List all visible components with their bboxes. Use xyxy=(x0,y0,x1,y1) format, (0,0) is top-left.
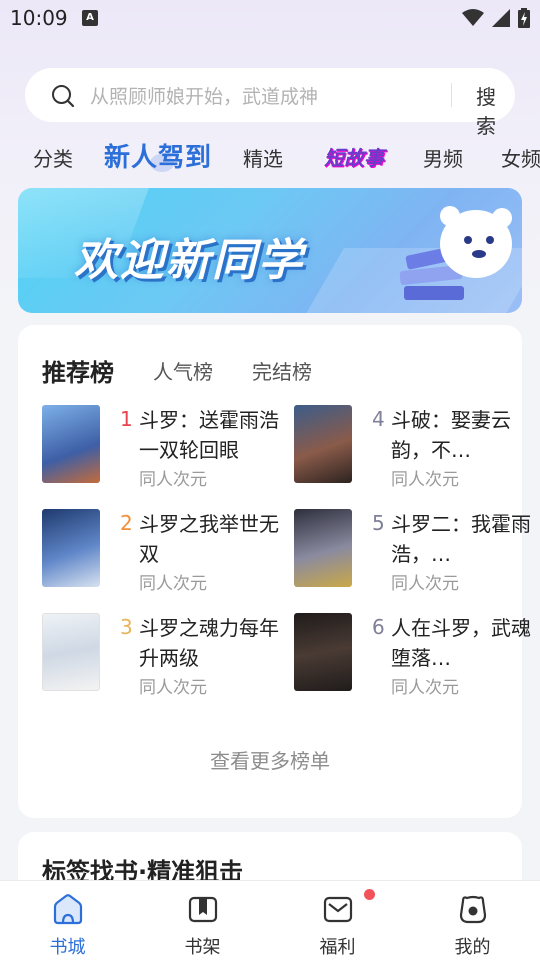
book-cover xyxy=(42,509,100,587)
book-cover xyxy=(294,509,352,587)
profile-icon xyxy=(459,895,487,924)
nav-label: 书架 xyxy=(184,937,221,958)
nav-bookshelf[interactable]: 书架 xyxy=(135,881,270,960)
rank-number: 5 xyxy=(372,511,385,535)
notification-a-icon: A xyxy=(82,10,98,26)
book-genre: 同人次元 xyxy=(139,678,207,698)
category-tabs: 分类 新人驾到 精选 短故事 男频 女频 xyxy=(0,134,540,178)
rank-number: 4 xyxy=(372,407,385,431)
book-cover xyxy=(294,613,352,691)
nav-rewards[interactable]: 福利 xyxy=(270,881,405,960)
book-genre: 同人次元 xyxy=(391,470,459,490)
search-bar[interactable]: 从照顾师娘开始，武道成神 搜索 xyxy=(25,68,515,138)
tab-popular-ranking[interactable]: 人气榜 xyxy=(153,356,213,385)
tab-male[interactable]: 男频 xyxy=(423,143,463,172)
nav-label: 福利 xyxy=(319,937,356,958)
search-icon xyxy=(52,85,75,108)
search-divider xyxy=(451,83,452,107)
nav-profile[interactable]: 我的 xyxy=(405,881,540,960)
book-title: 斗罗之魂力每年升两级 xyxy=(139,616,279,670)
notification-dot xyxy=(364,889,375,900)
book-genre: 同人次元 xyxy=(391,678,459,698)
rank-number: 3 xyxy=(120,615,133,639)
welcome-banner[interactable]: 欢迎新同学 xyxy=(18,188,522,313)
nav-label: 我的 xyxy=(454,937,491,958)
ranking-item[interactable]: 6 人在斗罗，武魂堕落… 同人次元 xyxy=(294,613,531,698)
status-bar: 10:09 A xyxy=(0,0,540,36)
ranking-item[interactable]: 5 斗罗二：我霍雨浩，… 同人次元 xyxy=(294,509,531,594)
nav-bookstore[interactable]: 书城 xyxy=(0,881,135,960)
book-genre: 同人次元 xyxy=(139,574,207,594)
view-more-rankings-link[interactable]: 查看更多榜单 xyxy=(18,745,522,774)
book-title: 斗破：娶妻云韵，不… xyxy=(391,408,511,462)
rank-number: 2 xyxy=(120,511,133,535)
book-genre: 同人次元 xyxy=(139,470,207,490)
tab-category[interactable]: 分类 xyxy=(33,143,73,172)
book-title: 斗罗二：我霍雨浩，… xyxy=(391,512,531,566)
search-placeholder[interactable]: 从照顾师娘开始，武道成神 xyxy=(90,82,318,109)
book-cover xyxy=(42,405,100,483)
ranking-item[interactable]: 4 斗破：娶妻云韵，不… 同人次元 xyxy=(294,405,524,490)
status-time: 10:09 xyxy=(10,6,68,30)
ranking-card: 推荐榜 人气榜 完结榜 1 斗罗：送霍雨浩一双轮回眼 同人次元 2 斗罗之我举世… xyxy=(18,325,531,818)
tab-completed-ranking[interactable]: 完结榜 xyxy=(252,356,312,385)
book-title: 斗罗之我举世无双 xyxy=(139,512,279,566)
bookshelf-icon xyxy=(188,896,218,923)
envelope-icon xyxy=(323,896,353,923)
ranking-title: 推荐榜 xyxy=(42,359,114,387)
rank-number: 6 xyxy=(372,615,385,639)
rank-number: 1 xyxy=(120,407,133,431)
tab-short-story[interactable]: 短故事 xyxy=(324,142,384,171)
bottom-navigation: 书城 书架 福利 我的 xyxy=(0,880,540,960)
tab-female[interactable]: 女频 xyxy=(501,143,540,172)
wifi-icon xyxy=(462,9,484,26)
ranking-item[interactable]: 2 斗罗之我举世无双 同人次元 xyxy=(42,509,279,594)
ranking-item[interactable]: 1 斗罗：送霍雨浩一双轮回眼 同人次元 xyxy=(42,405,279,490)
nav-label: 书城 xyxy=(49,937,86,958)
battery-icon xyxy=(518,8,530,28)
book-title: 人在斗罗，武魂堕落… xyxy=(391,616,531,670)
book-cover xyxy=(294,405,352,483)
book-genre: 同人次元 xyxy=(391,574,459,594)
mascot-with-books-icon xyxy=(399,206,512,300)
book-cover xyxy=(42,613,100,691)
signal-icon xyxy=(492,9,510,27)
book-title: 斗罗：送霍雨浩一双轮回眼 xyxy=(139,408,279,462)
search-button[interactable]: 搜索 xyxy=(476,81,515,139)
ranking-item[interactable]: 3 斗罗之魂力每年升两级 同人次元 xyxy=(42,613,279,698)
tab-featured[interactable]: 精选 xyxy=(243,143,283,172)
system-icons xyxy=(462,8,530,28)
tab-newcomer[interactable]: 新人驾到 xyxy=(104,137,212,174)
home-icon xyxy=(53,894,83,925)
banner-title: 欢迎新同学 xyxy=(74,235,304,286)
